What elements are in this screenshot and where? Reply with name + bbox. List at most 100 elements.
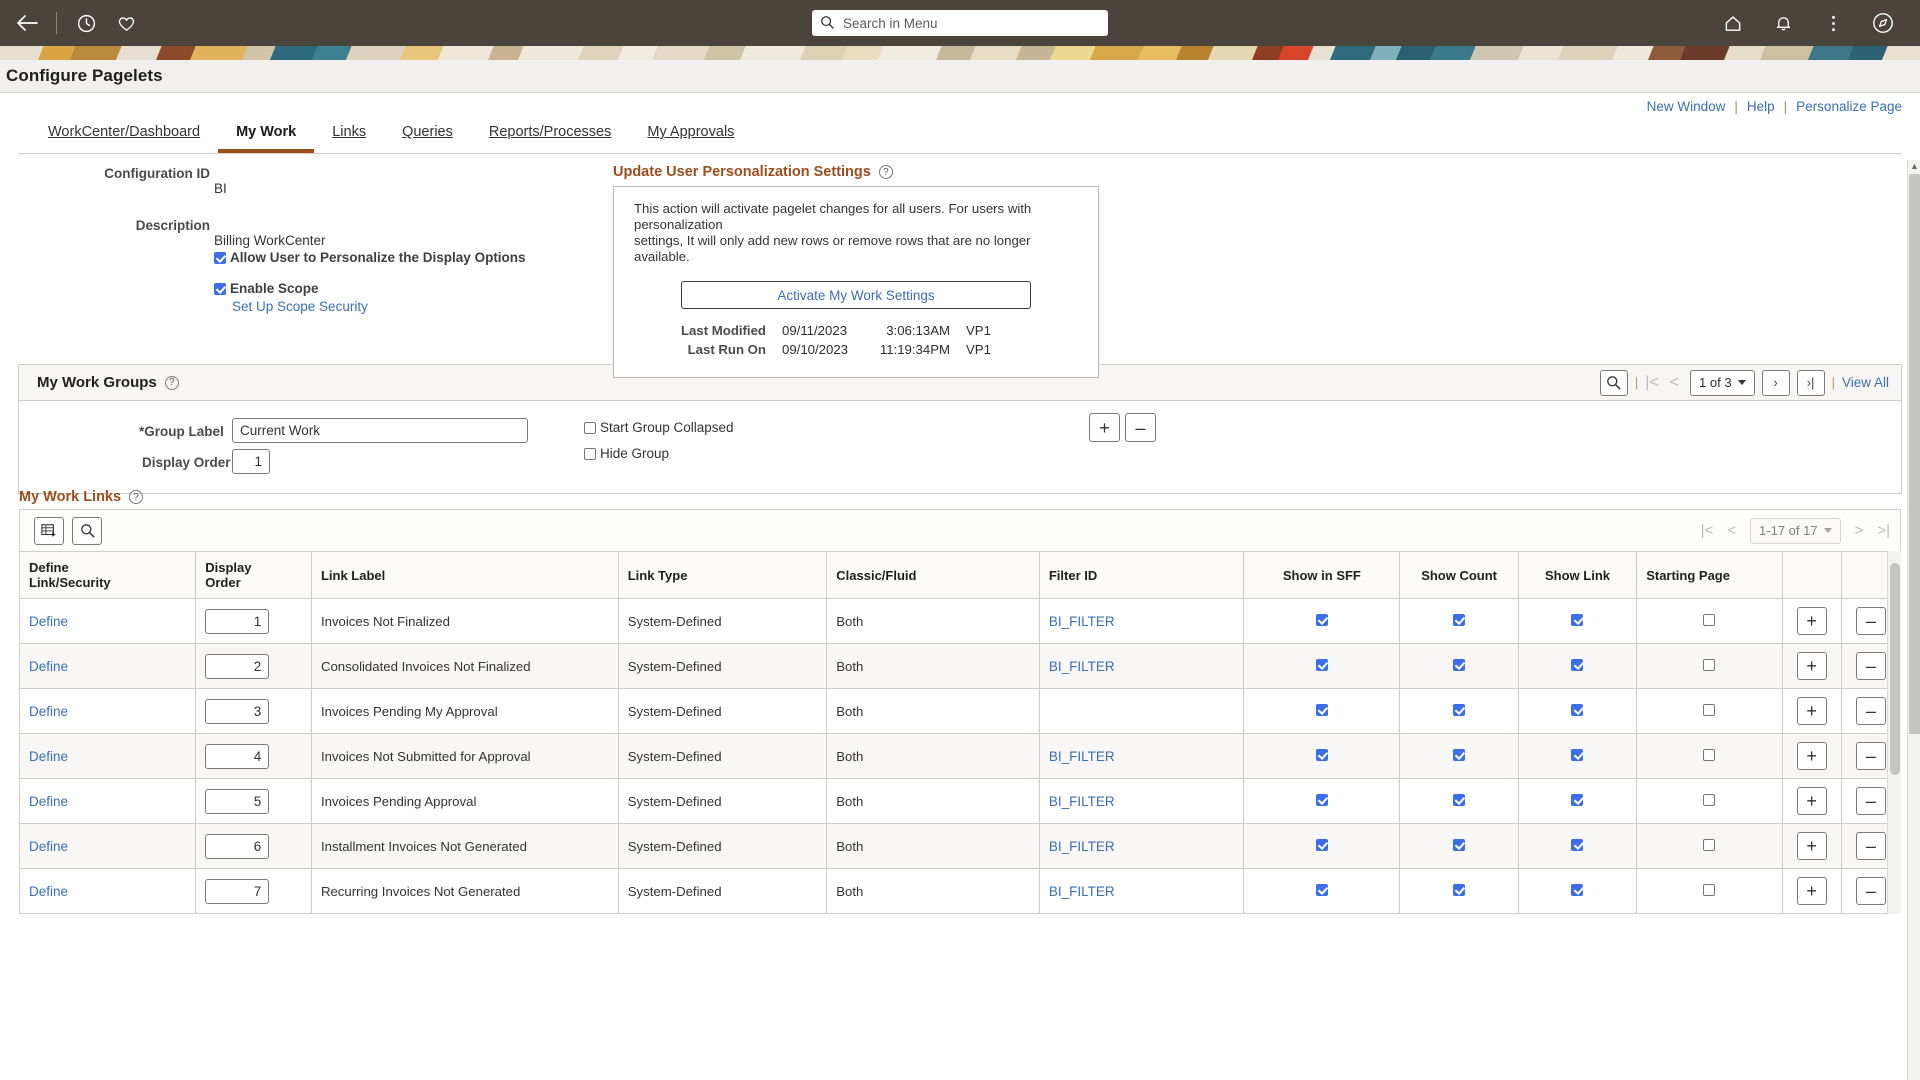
display-order-input[interactable]: [205, 878, 270, 904]
home-icon[interactable]: [1720, 10, 1746, 36]
tab-reports-processes[interactable]: Reports/Processes: [471, 124, 630, 153]
row-range-select[interactable]: 1-17 of 17: [1750, 517, 1841, 544]
tab-workcenter-dashboard[interactable]: WorkCenter/Dashboard: [30, 124, 218, 153]
delete-row-button[interactable]: –: [1855, 742, 1886, 770]
display-order-input[interactable]: [205, 608, 270, 634]
starting-page-checkbox[interactable]: [1703, 613, 1716, 626]
setup-scope-security-link[interactable]: Set Up Scope Security: [232, 299, 368, 314]
kebab-menu-icon[interactable]: [1820, 10, 1846, 36]
show-count-checkbox[interactable]: [1453, 613, 1466, 626]
show-count-checkbox[interactable]: [1453, 703, 1466, 716]
define-link[interactable]: Define: [29, 749, 68, 764]
search-input[interactable]: [841, 14, 1100, 32]
tab-queries[interactable]: Queries: [384, 124, 471, 153]
add-group-button[interactable]: +: [1089, 413, 1120, 442]
starting-page-checkbox[interactable]: [1703, 748, 1716, 761]
page-scrollbar-thumb[interactable]: [1909, 174, 1920, 734]
show-link-checkbox[interactable]: [1571, 838, 1584, 851]
starting-page-checkbox[interactable]: [1703, 703, 1716, 716]
show-in-sff-checkbox[interactable]: [1315, 703, 1328, 716]
enable-scope-checkbox[interactable]: [214, 282, 226, 295]
show-in-sff-checkbox[interactable]: [1315, 883, 1328, 896]
add-row-button[interactable]: +: [1796, 877, 1827, 905]
filter-id-link[interactable]: BI_FILTER: [1049, 794, 1115, 809]
find-in-grid-icon[interactable]: [72, 516, 102, 545]
show-link-checkbox[interactable]: [1571, 883, 1584, 896]
help-link[interactable]: Help: [1747, 99, 1775, 114]
delete-group-button[interactable]: –: [1125, 413, 1156, 442]
show-count-checkbox[interactable]: [1453, 883, 1466, 896]
show-count-checkbox[interactable]: [1453, 838, 1466, 851]
menu-search-box[interactable]: [812, 10, 1108, 36]
filter-id-link[interactable]: BI_FILTER: [1049, 884, 1115, 899]
show-link-checkbox[interactable]: [1571, 703, 1584, 716]
page-indicator-select[interactable]: 1 of 3: [1690, 369, 1755, 396]
next-page-icon[interactable]: ›: [1761, 369, 1790, 396]
delete-row-button[interactable]: –: [1855, 877, 1886, 905]
bell-icon[interactable]: [1770, 10, 1796, 36]
view-all-link[interactable]: View All: [1842, 375, 1889, 390]
define-link[interactable]: Define: [29, 884, 68, 899]
starting-page-checkbox[interactable]: [1703, 793, 1716, 806]
filter-id-link[interactable]: BI_FILTER: [1049, 659, 1115, 674]
show-link-checkbox[interactable]: [1571, 793, 1584, 806]
delete-row-button[interactable]: –: [1855, 832, 1886, 860]
hide-group-checkbox[interactable]: [584, 447, 596, 460]
help-icon[interactable]: ?: [129, 490, 144, 504]
show-in-sff-checkbox[interactable]: [1315, 838, 1328, 851]
show-in-sff-checkbox[interactable]: [1315, 748, 1328, 761]
last-page-icon[interactable]: ›|: [1796, 369, 1825, 396]
filter-id-link[interactable]: BI_FILTER: [1049, 839, 1115, 854]
tab-my-approvals[interactable]: My Approvals: [629, 124, 752, 153]
search-icon[interactable]: [1599, 369, 1628, 396]
delete-row-button[interactable]: –: [1855, 697, 1886, 725]
personalize-page-link[interactable]: Personalize Page: [1796, 99, 1902, 114]
allow-personalize-checkbox[interactable]: [214, 251, 226, 264]
tab-my-work[interactable]: My Work: [218, 124, 315, 153]
define-link[interactable]: Define: [29, 659, 68, 674]
compass-icon[interactable]: [1870, 10, 1896, 36]
show-count-checkbox[interactable]: [1453, 793, 1466, 806]
scroll-up-arrow[interactable]: ▲: [1910, 162, 1919, 171]
starting-page-checkbox[interactable]: [1703, 883, 1716, 896]
display-order-input[interactable]: [205, 833, 270, 859]
show-count-checkbox[interactable]: [1453, 748, 1466, 761]
help-icon[interactable]: ?: [164, 375, 179, 390]
help-icon[interactable]: ?: [878, 165, 893, 179]
grid-scrollbar-thumb[interactable]: [1890, 563, 1900, 775]
tab-links[interactable]: Links: [314, 124, 384, 153]
delete-row-button[interactable]: –: [1855, 787, 1886, 815]
add-row-button[interactable]: +: [1796, 787, 1827, 815]
add-row-button[interactable]: +: [1796, 652, 1827, 680]
new-window-link[interactable]: New Window: [1647, 99, 1726, 114]
display-order-input[interactable]: [205, 698, 270, 724]
heart-icon[interactable]: [113, 10, 139, 36]
delete-row-button[interactable]: –: [1855, 652, 1886, 680]
define-link[interactable]: Define: [29, 839, 68, 854]
starting-page-checkbox[interactable]: [1703, 838, 1716, 851]
group-display-order-input[interactable]: [232, 449, 270, 474]
define-link[interactable]: Define: [29, 794, 68, 809]
show-in-sff-checkbox[interactable]: [1315, 613, 1328, 626]
show-in-sff-checkbox[interactable]: [1315, 793, 1328, 806]
add-row-button[interactable]: +: [1796, 697, 1827, 725]
delete-row-button[interactable]: –: [1855, 607, 1886, 635]
show-link-checkbox[interactable]: [1571, 613, 1584, 626]
add-row-button[interactable]: +: [1796, 607, 1827, 635]
define-link[interactable]: Define: [29, 704, 68, 719]
define-link[interactable]: Define: [29, 614, 68, 629]
display-order-input[interactable]: [205, 788, 270, 814]
add-row-button[interactable]: +: [1796, 832, 1827, 860]
filter-id-link[interactable]: BI_FILTER: [1049, 749, 1115, 764]
group-label-input[interactable]: [232, 418, 528, 443]
clock-icon[interactable]: [73, 10, 99, 36]
activate-my-work-settings-button[interactable]: Activate My Work Settings: [681, 281, 1031, 309]
show-count-checkbox[interactable]: [1453, 658, 1466, 671]
grid-vertical-scrollbar[interactable]: [1887, 551, 1901, 914]
show-link-checkbox[interactable]: [1571, 748, 1584, 761]
back-arrow-icon[interactable]: [14, 10, 40, 36]
start-group-collapsed-checkbox[interactable]: [584, 421, 596, 434]
display-order-input[interactable]: [205, 653, 270, 679]
display-order-input[interactable]: [205, 743, 270, 769]
add-row-button[interactable]: +: [1796, 742, 1827, 770]
